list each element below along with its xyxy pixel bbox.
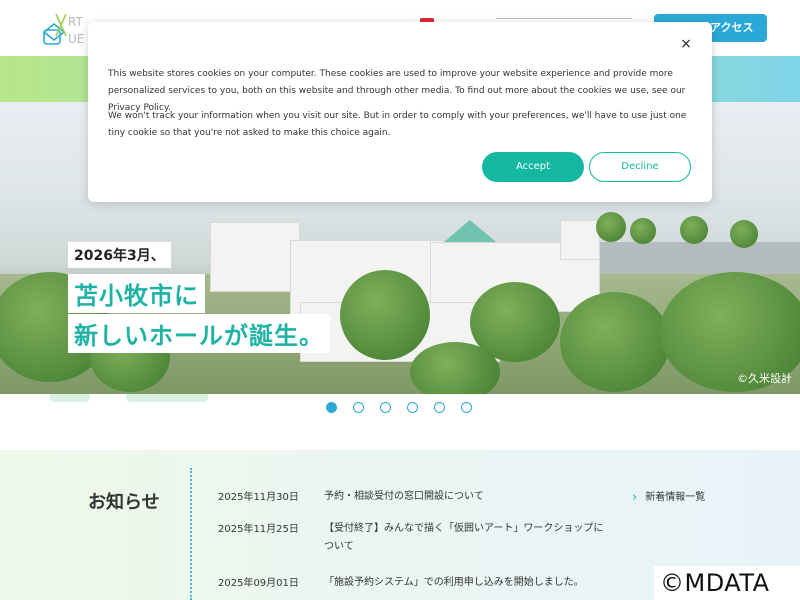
building-block (560, 220, 600, 260)
news-heading: お知らせ (88, 492, 160, 513)
decline-button[interactable]: Decline (589, 152, 691, 182)
slider-dot-6[interactable] (461, 402, 472, 413)
close-icon[interactable]: × (678, 36, 694, 52)
watermark: ©MDATA (654, 566, 800, 600)
slider-dot-4[interactable] (407, 402, 418, 413)
tree (340, 270, 430, 360)
chevron-right-icon: › (632, 490, 638, 505)
news-date: 2025年11月25日 (218, 524, 299, 535)
slider-dot-2[interactable] (353, 402, 364, 413)
svg-text:UE: UE (68, 32, 84, 46)
hero-tab[interactable] (50, 394, 90, 402)
news-title-link[interactable]: 「施設予約システム」での利用申し込みを開始しました。 (324, 574, 624, 592)
news-title-link[interactable]: 【受付終了】みんなで描く「仮囲いアート」ワークショップについて (324, 520, 604, 556)
hero-tagline-date: 2026年3月、 (68, 242, 171, 268)
news-more-link[interactable]: › 新着情報一覧 (632, 488, 705, 505)
tree (730, 220, 758, 248)
building-roof (444, 220, 496, 242)
slider-dot-5[interactable] (434, 402, 445, 413)
slider-dot-1[interactable] (326, 402, 337, 413)
news-title-link[interactable]: 予約・相談受付の窓口開設について (324, 488, 604, 506)
building-block (210, 222, 300, 292)
tree (680, 216, 708, 244)
tree (560, 292, 670, 392)
news-date: 2025年09月01日 (218, 578, 299, 589)
hero-tab[interactable] (126, 394, 208, 402)
slider-dot-3[interactable] (380, 402, 391, 413)
news-more-label: 新着情報一覧 (645, 492, 706, 503)
hero-tagline-hall: 新しいホールが誕生。 (68, 314, 330, 353)
news-date: 2025年11月30日 (218, 492, 299, 503)
news-divider (190, 468, 192, 600)
accept-button[interactable]: Accept (482, 152, 584, 182)
tree (630, 218, 656, 244)
slider-pagination (326, 402, 472, 413)
tree (596, 212, 626, 242)
tree (410, 342, 500, 394)
svg-text:RT: RT (68, 15, 83, 29)
image-credit: ©久米設計 (737, 372, 792, 385)
hero-tagline-city: 苫小牧市に (68, 274, 205, 313)
cookie-consent-dialog: × This website stores cookies on your co… (88, 22, 712, 202)
cookie-text-secondary: We won't track your information when you… (108, 111, 687, 138)
